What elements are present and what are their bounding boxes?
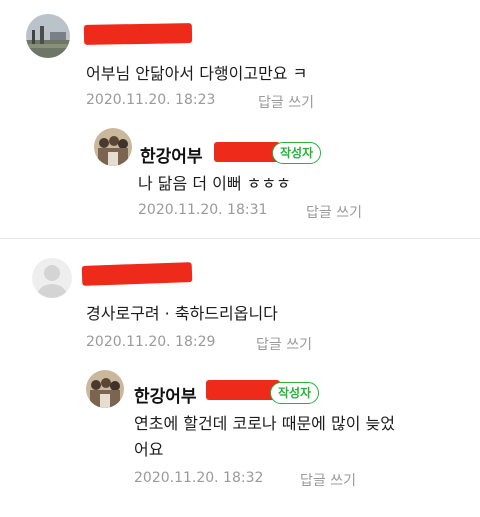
comment-text: 어부님 안닮아서 다행이고만요 ㅋ [86, 64, 308, 83]
landscape-avatar[interactable] [26, 14, 70, 58]
comment-text: 경사로구려 · 축하드리옵니다 [86, 304, 278, 323]
reply-timestamp: 2020.11.20. 18:31 [138, 202, 268, 218]
comment-timestamp: 2020.11.20. 18:29 [86, 334, 216, 350]
reply-button[interactable]: 답글 쓰기 [258, 92, 314, 112]
family-photo-avatar[interactable] [86, 370, 124, 408]
redacted-username [83, 23, 193, 45]
redacted-username [206, 380, 280, 400]
reply-text-line1: 연초에 할건데 코로나 때문에 많이 늦었 [134, 414, 395, 433]
reply-text-line2: 어요 [134, 440, 164, 459]
reply-button[interactable]: 답글 쓰기 [306, 202, 362, 222]
redacted-username [81, 262, 193, 286]
family-photo-avatar[interactable] [94, 128, 132, 166]
reply-button[interactable]: 답글 쓰기 [300, 470, 356, 490]
redacted-username [214, 142, 280, 162]
reply-author-name: 한강어부 [134, 387, 197, 407]
author-badge: 작성자 [272, 142, 322, 164]
comment-timestamp: 2020.11.20. 18:23 [86, 92, 216, 108]
reply-text: 나 닮음 더 이뻐 ㅎㅎㅎ [138, 174, 291, 193]
default-user-avatar[interactable] [32, 258, 72, 298]
reply-timestamp: 2020.11.20. 18:32 [134, 470, 264, 486]
reply-button[interactable]: 답글 쓰기 [256, 334, 312, 354]
comment-divider [0, 238, 480, 239]
reply-author-name: 한강어부 [140, 147, 203, 167]
author-badge: 작성자 [270, 382, 320, 404]
